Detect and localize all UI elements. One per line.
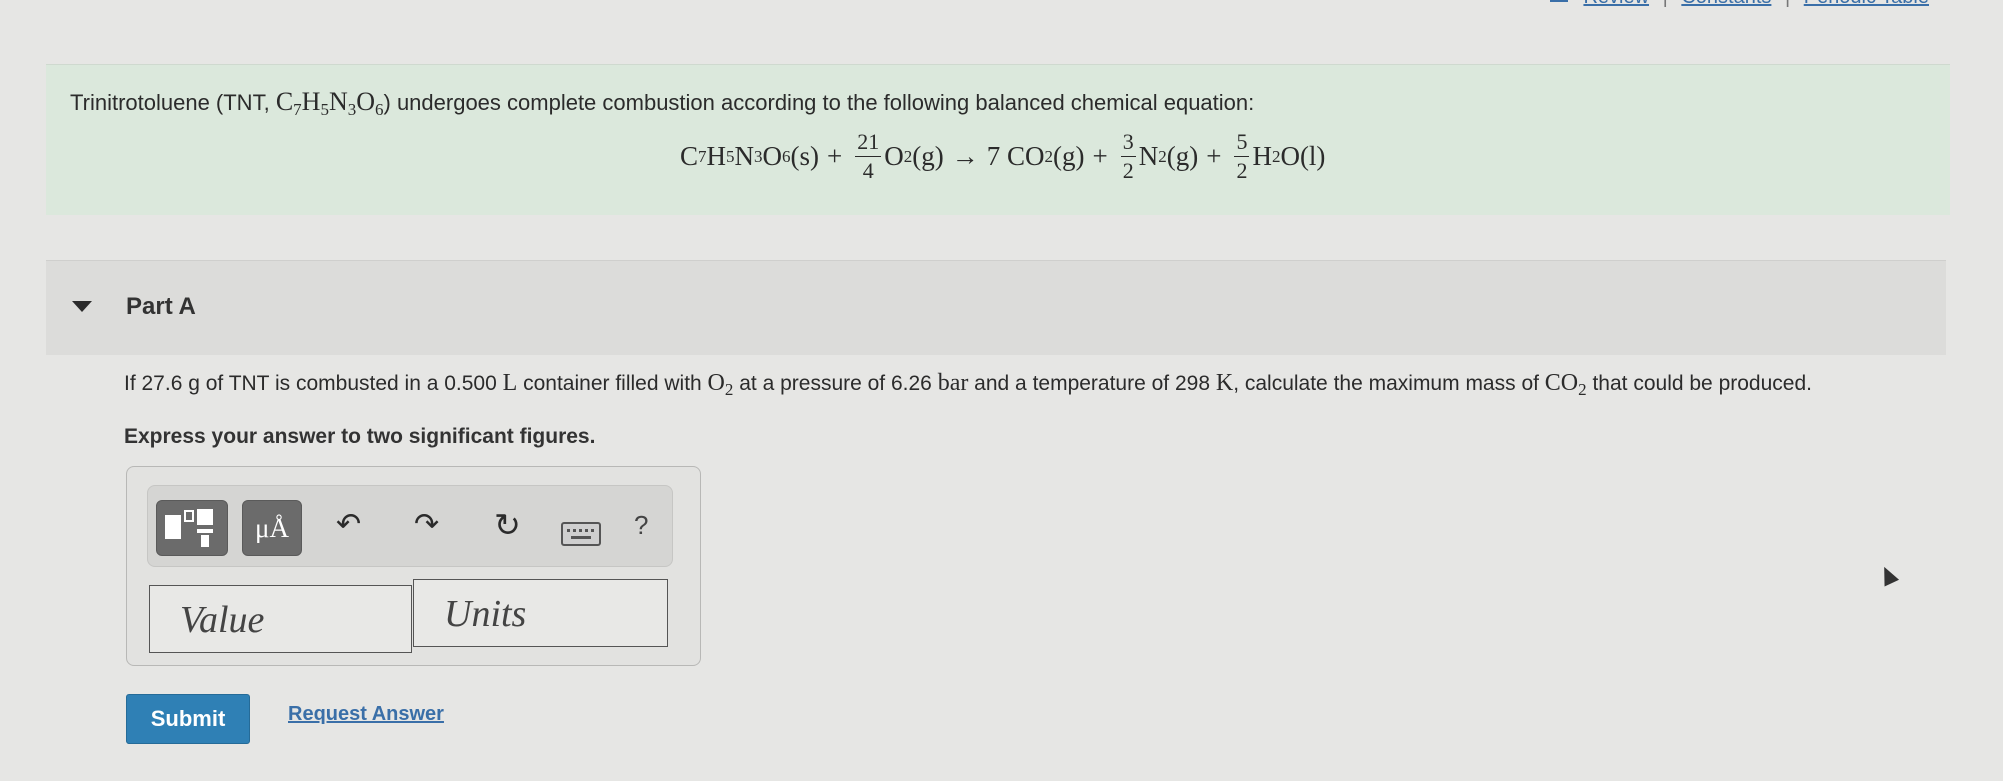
keyboard-icon[interactable] (561, 522, 601, 546)
redo-icon[interactable]: ↷ (414, 508, 439, 542)
templates-button[interactable] (156, 500, 228, 556)
problem-intro: Trinitrotoluene (TNT, C7H5N3O6) undergoe… (46, 64, 1950, 215)
h2o-coefficient: 52 (1234, 129, 1250, 183)
o2-coefficient: 21 4 (855, 129, 882, 183)
submit-button[interactable]: Submit (126, 694, 250, 744)
mouse-cursor-icon (1876, 563, 1900, 587)
value-input[interactable]: Value (149, 585, 412, 653)
reaction-arrow: → (951, 141, 979, 171)
top-links: Review | Constants | Periodic Table (1549, 0, 1929, 9)
templates-icon (165, 509, 213, 547)
part-a-header[interactable]: Part A (46, 260, 1946, 355)
intro-text: Trinitrotoluene (TNT, C7H5N3O6) undergoe… (70, 87, 1255, 119)
help-icon[interactable]: ? (634, 508, 648, 542)
balanced-equation: C 7 H 5 N 3 O 6 (s) + 21 4 O 2 (g) → 7 CO 2 (g) + 32 … (680, 129, 1326, 183)
n2-coefficient: 32 (1120, 129, 1136, 183)
tnt-formula: C7H5N3O6 (275, 87, 384, 119)
part-title: Part A (126, 293, 196, 320)
request-answer-link[interactable]: Request Answer (288, 703, 444, 726)
review-icon (1549, 0, 1568, 2)
reset-icon[interactable]: ↻ (494, 508, 521, 542)
units-button[interactable]: μÅ (242, 500, 302, 556)
units-input[interactable]: Units (413, 579, 668, 647)
answer-instruction: Express your answer to two significant f… (124, 425, 596, 448)
undo-icon[interactable]: ↶ (336, 508, 361, 542)
periodic-table-link[interactable]: Periodic Table (1804, 0, 1929, 8)
collapse-caret-icon[interactable] (72, 301, 92, 312)
math-toolbar: μÅ ↶ ↷ ↻ ? (147, 485, 673, 567)
review-link[interactable]: Review (1583, 0, 1649, 8)
answer-box: μÅ ↶ ↷ ↻ ? Value Units (126, 466, 701, 666)
question-text: If 27.6 g of TNT is combusted in a 0.500… (124, 370, 1812, 399)
constants-link[interactable]: Constants (1681, 0, 1771, 8)
